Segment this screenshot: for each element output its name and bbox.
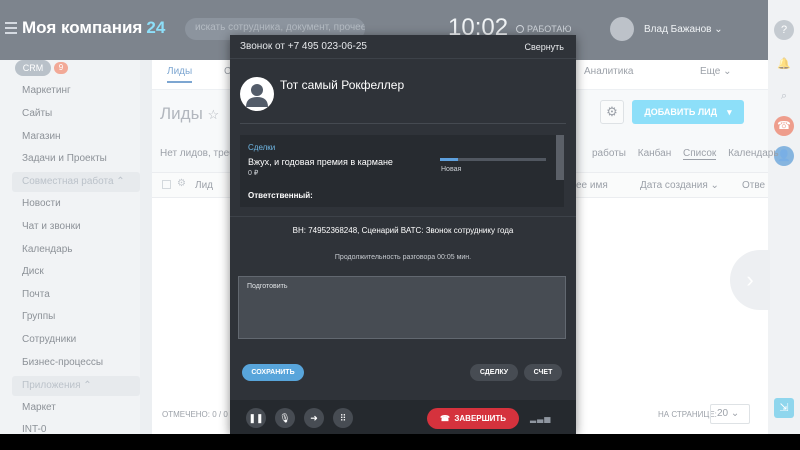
responsible-label: Ответственный: [248,191,313,200]
create-deal-button[interactable]: СДЕЛКУ [470,364,518,381]
transfer-icon[interactable]: ➜ [304,408,324,428]
crm-deal-panel: Сделки Вжух, и годовая премия в кармане … [240,135,564,207]
scrollbar[interactable] [556,135,564,180]
save-button[interactable]: СОХРАНИТЬ [242,364,304,381]
call-header: Звонок от +7 495 023-06-25 Свернуть [230,35,576,59]
deal-stage-progress [440,158,546,161]
phone-hangup-icon: ☎ [439,414,450,423]
dialpad-icon[interactable]: ⠿ [333,408,353,428]
bitrix-app: Моя компания 24 искать сотрудника, докуме… [0,0,800,434]
deal-progress-fill [440,158,459,161]
divider [230,216,576,217]
deal-amount: 0 ₽ [248,170,259,177]
caller-name[interactable]: Тот самый Рокфеллер [280,78,404,92]
hangup-button[interactable]: ☎ ЗАВЕРШИТЬ [427,408,519,429]
caller-avatar-icon [240,77,274,111]
call-duration: Продолжительность разговора 00:05 мин. [334,254,472,261]
divider [240,123,566,124]
deal-title[interactable]: Вжух, и годовая премия в кармане [248,157,393,167]
collapse-button[interactable]: Свернуть [525,42,564,52]
call-title: Звонок от +7 495 023-06-25 [240,41,367,52]
comment-textarea[interactable]: Подготовить [238,276,566,339]
signal-icon: ▂▃▅ [530,414,552,423]
video-frame: Моя компания 24 искать сотрудника, докуме… [0,0,800,450]
deal-stage: Новая [441,166,462,173]
pause-icon[interactable]: ❚❚ [246,408,266,428]
create-invoice-button[interactable]: СЧЕТ [524,364,562,381]
call-card: Звонок от +7 495 023-06-25 Свернуть Тот … [230,35,576,434]
hangup-label: ЗАВЕРШИТЬ [454,414,507,423]
deals-heading: Сделки [248,143,276,152]
call-info: ВН: 74952368248, Сценарий ВАТС: Звонок с… [292,226,514,235]
call-controls: ❚❚ 🎙 ➜ ⠿ ☎ ЗАВЕРШИТЬ ▂▃▅ [230,400,576,434]
mic-icon[interactable]: 🎙 [275,408,295,428]
